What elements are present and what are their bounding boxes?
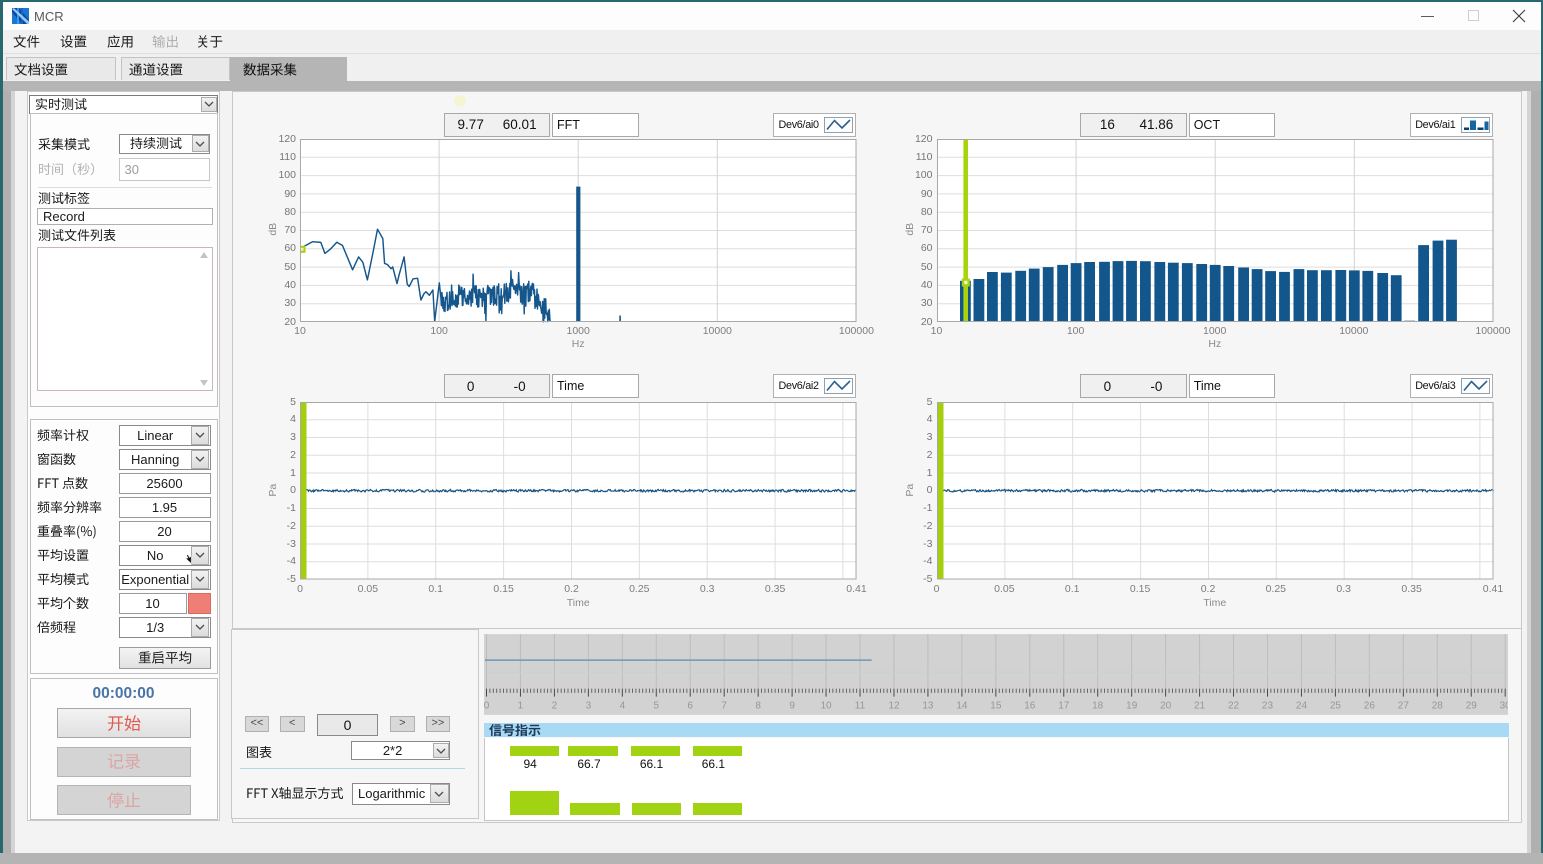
svg-text:6: 6 <box>687 701 693 712</box>
svg-text:24: 24 <box>1296 701 1308 712</box>
svg-text:30: 30 <box>1500 701 1508 712</box>
svg-text:1: 1 <box>518 701 524 712</box>
svg-text:11: 11 <box>855 701 866 712</box>
svg-text:29: 29 <box>1466 701 1478 712</box>
svg-text:26: 26 <box>1364 701 1376 712</box>
svg-text:15: 15 <box>990 701 1002 712</box>
svg-text:23: 23 <box>1262 701 1274 712</box>
svg-text:8: 8 <box>755 701 761 712</box>
svg-text:14: 14 <box>956 701 968 712</box>
svg-text:16: 16 <box>1024 701 1036 712</box>
svg-text:21: 21 <box>1194 701 1206 712</box>
svg-text:22: 22 <box>1228 701 1240 712</box>
svg-text:3: 3 <box>586 701 592 712</box>
svg-text:2: 2 <box>552 701 558 712</box>
svg-text:18: 18 <box>1092 701 1104 712</box>
svg-text:13: 13 <box>922 701 934 712</box>
svg-text:20: 20 <box>1160 701 1172 712</box>
svg-text:10: 10 <box>821 701 833 712</box>
svg-text:5: 5 <box>654 701 660 712</box>
svg-text:4: 4 <box>620 701 626 712</box>
svg-text:7: 7 <box>721 701 727 712</box>
svg-text:25: 25 <box>1330 701 1342 712</box>
svg-text:9: 9 <box>789 701 795 712</box>
svg-text:19: 19 <box>1126 701 1138 712</box>
svg-text:12: 12 <box>888 701 900 712</box>
svg-text:17: 17 <box>1058 701 1070 712</box>
svg-text:28: 28 <box>1432 701 1444 712</box>
svg-text:0: 0 <box>484 701 490 712</box>
svg-text:27: 27 <box>1398 701 1410 712</box>
